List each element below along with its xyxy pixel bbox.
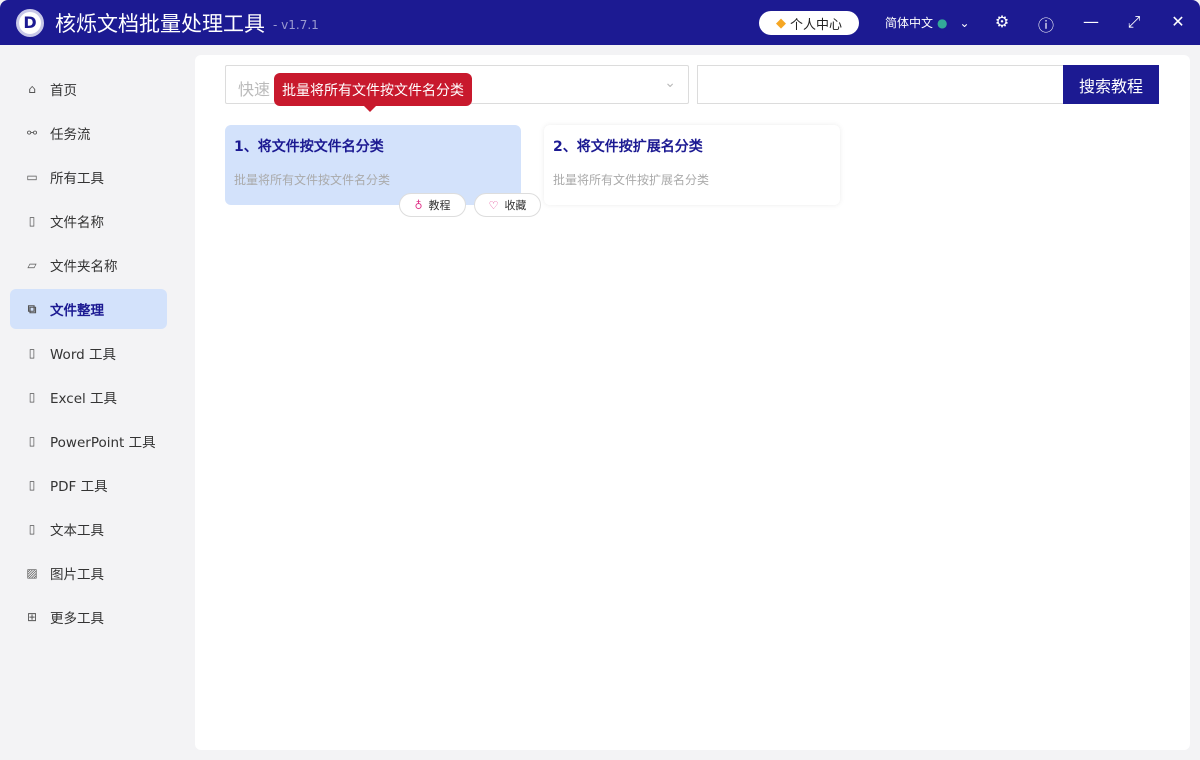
lightbulb-icon: ♁	[414, 198, 423, 212]
workflow-icon: ⚯	[26, 126, 38, 140]
sidebar-item-label: 更多工具	[50, 611, 104, 627]
heart-icon: ♡	[488, 198, 499, 212]
chevron-down-icon: ⌄	[959, 15, 970, 30]
sidebar-item-label: 图片工具	[50, 567, 104, 583]
text-icon: ▯	[28, 522, 36, 536]
sidebar: ⌂ 首页 ⚯ 任务流 ▭ 所有工具 ▯ 文件名称 ▱ 文件夹名称 ⧉ 文件整理 ▯ Word 工具 ▯ Exc…	[0, 45, 180, 760]
favorite-button[interactable]: ♡ 收藏	[474, 193, 541, 217]
sidebar-item[interactable]: ⊞ 更多工具	[10, 597, 167, 637]
sidebar-item-label: 文件夹名称	[50, 259, 118, 275]
app-logo: D	[16, 8, 44, 37]
sidebar-item[interactable]: ▯ 文件名称	[10, 201, 167, 241]
language-label: 简体中文	[885, 16, 934, 30]
tool-card[interactable]: 2、将文件按扩展名分类 批量将所有文件按扩展名分类	[544, 125, 840, 205]
gear-icon[interactable]: ⚙	[991, 12, 1013, 31]
diamond-icon: ◆	[775, 15, 786, 31]
card-title: 1、将文件按文件名分类	[234, 139, 384, 155]
tutorial-label: 教程	[428, 199, 451, 212]
file-icon: ▯	[28, 214, 36, 228]
tool-card[interactable]: 1、将文件按文件名分类 批量将所有文件按文件名分类	[225, 125, 521, 205]
card-desc: 批量将所有文件按文件名分类	[234, 173, 391, 187]
sidebar-item[interactable]: ⚯ 任务流	[10, 113, 167, 153]
sidebar-item-label: 文件名称	[50, 215, 104, 231]
maximize-icon[interactable]: ⤢	[1123, 12, 1145, 32]
app-version: - v1.7.1	[273, 17, 319, 32]
sidebar-item-label: PowerPoint 工具	[50, 435, 156, 451]
title-bar: D 核烁文档批量处理工具 - v1.7.1 ◆ 个人中心 简体中文 ● ⌄ ⚙ ⓘ —…	[0, 0, 1200, 45]
sidebar-item-label: Word 工具	[50, 347, 116, 363]
sidebar-item-label: 文件整理	[50, 303, 104, 319]
favorite-label: 收藏	[504, 199, 527, 212]
sidebar-item-label: 任务流	[50, 127, 91, 143]
organize-icon: ⧉	[27, 301, 37, 316]
profile-label: 个人中心	[789, 17, 842, 33]
select-placeholder: 快速	[238, 80, 271, 99]
sidebar-item[interactable]: ▯ PowerPoint 工具	[10, 421, 167, 461]
search-input[interactable]	[697, 65, 1065, 104]
sidebar-item[interactable]: ▯ PDF 工具	[10, 465, 167, 505]
sidebar-item[interactable]: ⌂ 首页	[10, 69, 167, 109]
grid-icon: ⊞	[26, 610, 38, 624]
folder-icon: ▱	[27, 258, 37, 272]
close-icon[interactable]: ✕	[1167, 12, 1189, 31]
card-title: 2、将文件按扩展名分类	[553, 139, 703, 155]
home-icon: ⌂	[28, 82, 36, 96]
globe-icon: ●	[937, 15, 948, 30]
powerpoint-icon: ▯	[28, 434, 36, 448]
sidebar-item[interactable]: ▯ 文本工具	[10, 509, 167, 549]
image-icon: ▨	[26, 566, 38, 580]
sidebar-item-label: 所有工具	[50, 171, 104, 187]
tutorial-button[interactable]: ♁ 教程	[399, 193, 466, 217]
profile-button[interactable]: ◆ 个人中心	[759, 11, 859, 35]
sidebar-item[interactable]: ▱ 文件夹名称	[10, 245, 167, 285]
language-select[interactable]: 简体中文 ● ⌄	[885, 14, 970, 31]
sidebar-item[interactable]: ▭ 所有工具	[10, 157, 167, 197]
sidebar-item-label: 首页	[50, 83, 77, 99]
excel-icon: ▯	[28, 390, 36, 404]
app-title: 核烁文档批量处理工具	[55, 11, 265, 36]
sidebar-item[interactable]: ▯ Excel 工具	[10, 377, 167, 417]
help-icon[interactable]: ⓘ	[1035, 12, 1057, 36]
minimize-icon[interactable]: —	[1080, 12, 1102, 31]
sidebar-item-label: 文本工具	[50, 523, 104, 539]
word-icon: ▯	[28, 346, 36, 360]
sidebar-item-label: Excel 工具	[50, 391, 118, 407]
sidebar-item[interactable]: ▯ Word 工具	[10, 333, 167, 373]
chevron-down-icon: ⌄	[664, 75, 676, 91]
sidebar-item[interactable]: ⧉ 文件整理	[10, 289, 167, 329]
card-desc: 批量将所有文件按扩展名分类	[553, 173, 710, 187]
sidebar-item[interactable]: ▨ 图片工具	[10, 553, 167, 593]
tooltip: 批量将所有文件按文件名分类	[274, 73, 472, 112]
monitor-icon: ▭	[26, 170, 38, 184]
pdf-icon: ▯	[28, 478, 36, 492]
search-tutorial-button[interactable]: 搜索教程	[1063, 65, 1159, 104]
sidebar-item-label: PDF 工具	[50, 479, 108, 495]
